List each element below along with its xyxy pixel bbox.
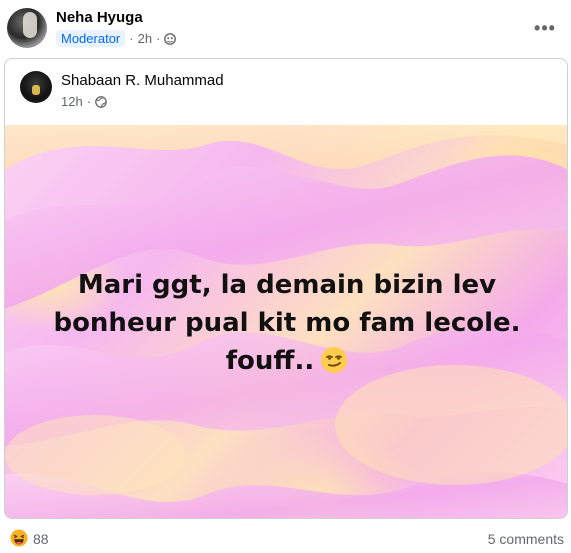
author-avatar[interactable] [7,8,47,48]
more-options-icon[interactable]: ••• [531,14,559,42]
smirk-emoji [321,346,348,373]
meta-separator: · [86,94,92,109]
post-text-container: Mari ggt, la demain bizin lev bonheur pu… [5,125,567,518]
globe-icon [95,95,107,108]
shared-post-time[interactable]: 12h [61,94,83,109]
reaction-count[interactable]: 88 [33,531,49,547]
shared-author-avatar[interactable] [20,71,52,103]
shared-post-card[interactable]: Shabaan R. Muhammad 12h · Mari ggt, la d… [4,58,568,519]
post-time[interactable]: 2h [138,31,152,46]
author-name[interactable]: Neha Hyuga [56,9,143,26]
meta-separator: · [129,31,134,46]
shared-post-header: Shabaan R. Muhammad 12h · [5,59,567,125]
group-icon [164,32,177,45]
meta-separator: · [156,31,161,46]
post-text: Mari ggt, la demain bizin lev bonheur pu… [53,266,520,380]
shared-post-meta: 12h · [61,94,107,109]
post-header: Neha Hyuga Moderator · 2h · ••• [0,0,571,56]
text-background-post: Mari ggt, la demain bizin lev bonheur pu… [5,125,567,518]
post-meta: Moderator · 2h · [56,30,177,47]
moderator-badge[interactable]: Moderator [56,30,126,47]
post-footer: 88 5 comments [0,522,571,553]
shared-author-name[interactable]: Shabaan R. Muhammad [61,72,224,89]
post-text-content: Mari ggt, la demain bizin lev bonheur pu… [53,269,521,376]
laugh-reaction-icon[interactable] [10,529,28,547]
comments-link[interactable]: 5 comments [488,531,564,547]
